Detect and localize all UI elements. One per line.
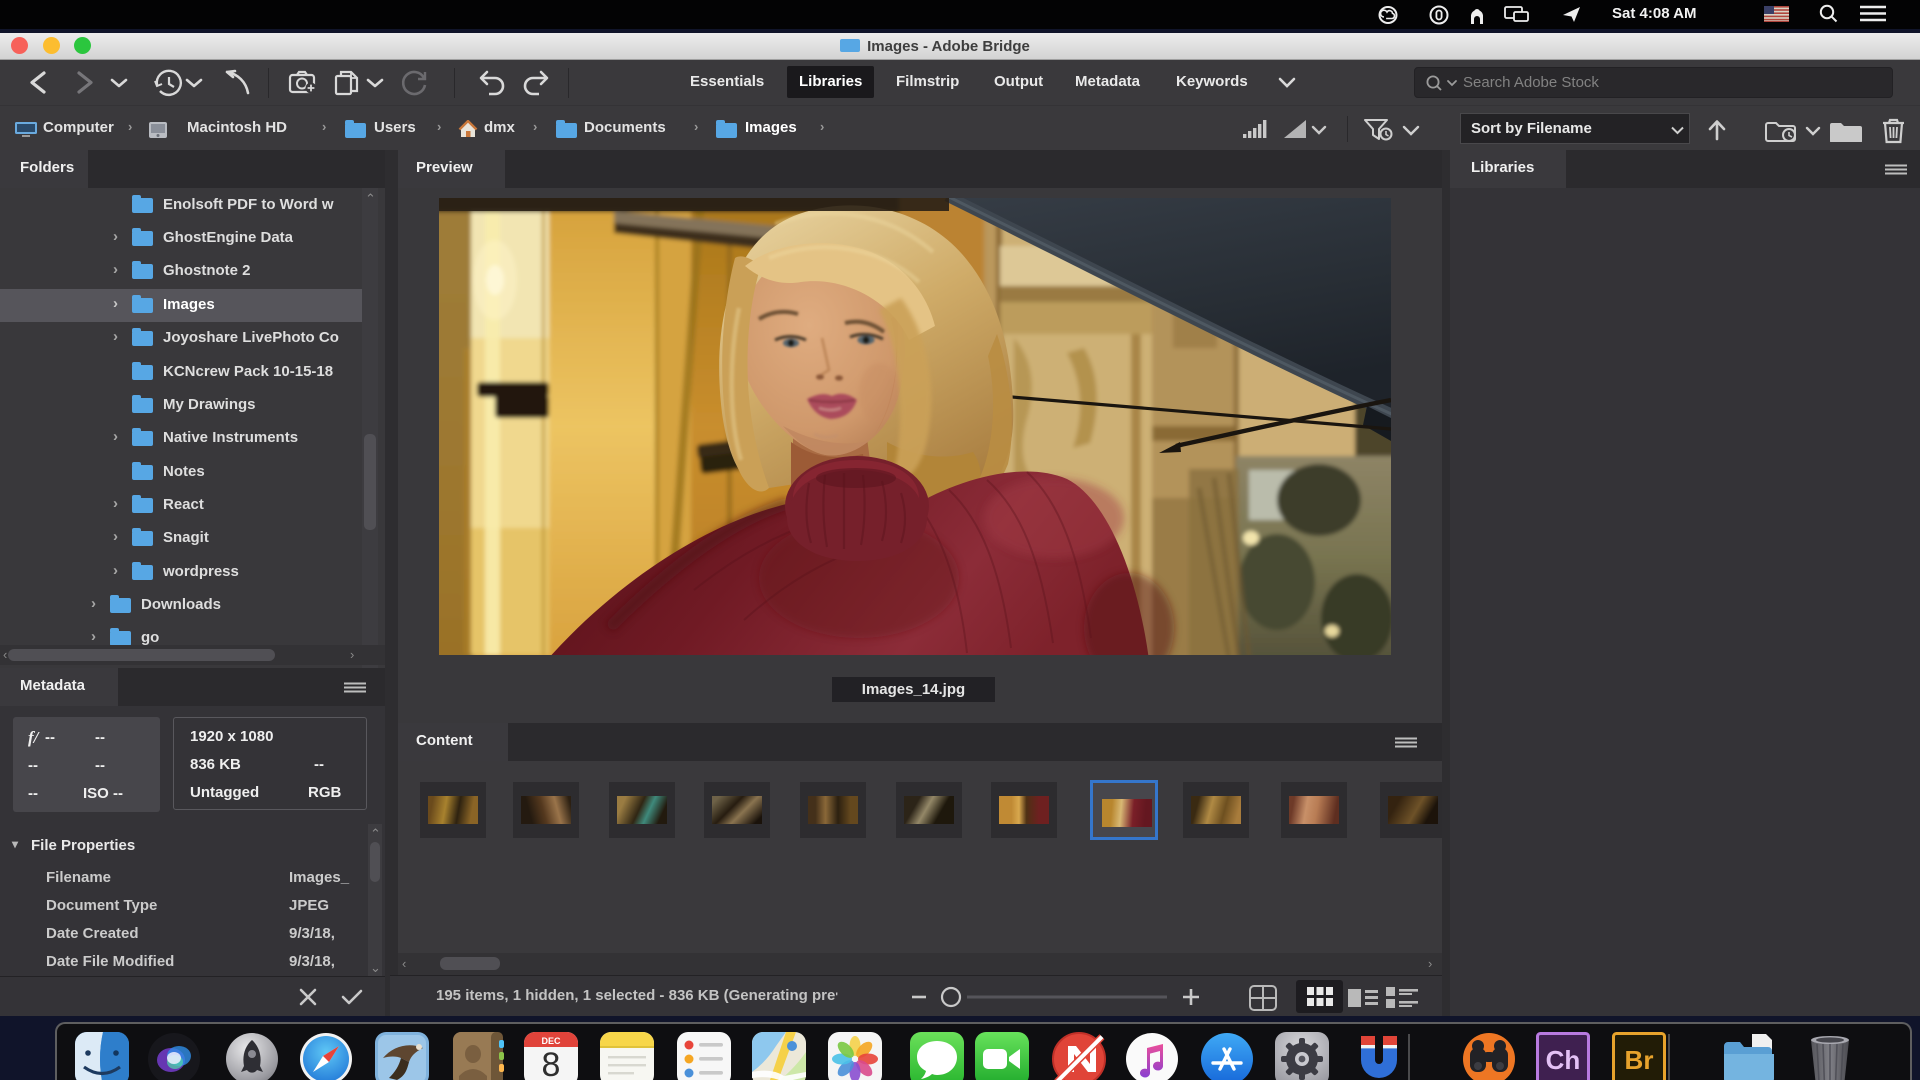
svg-text:Ch: Ch	[1546, 1045, 1581, 1075]
svg-text:8: 8	[542, 1046, 561, 1080]
svg-text:DEC: DEC	[541, 1036, 561, 1046]
svg-text:Br: Br	[1625, 1045, 1654, 1075]
